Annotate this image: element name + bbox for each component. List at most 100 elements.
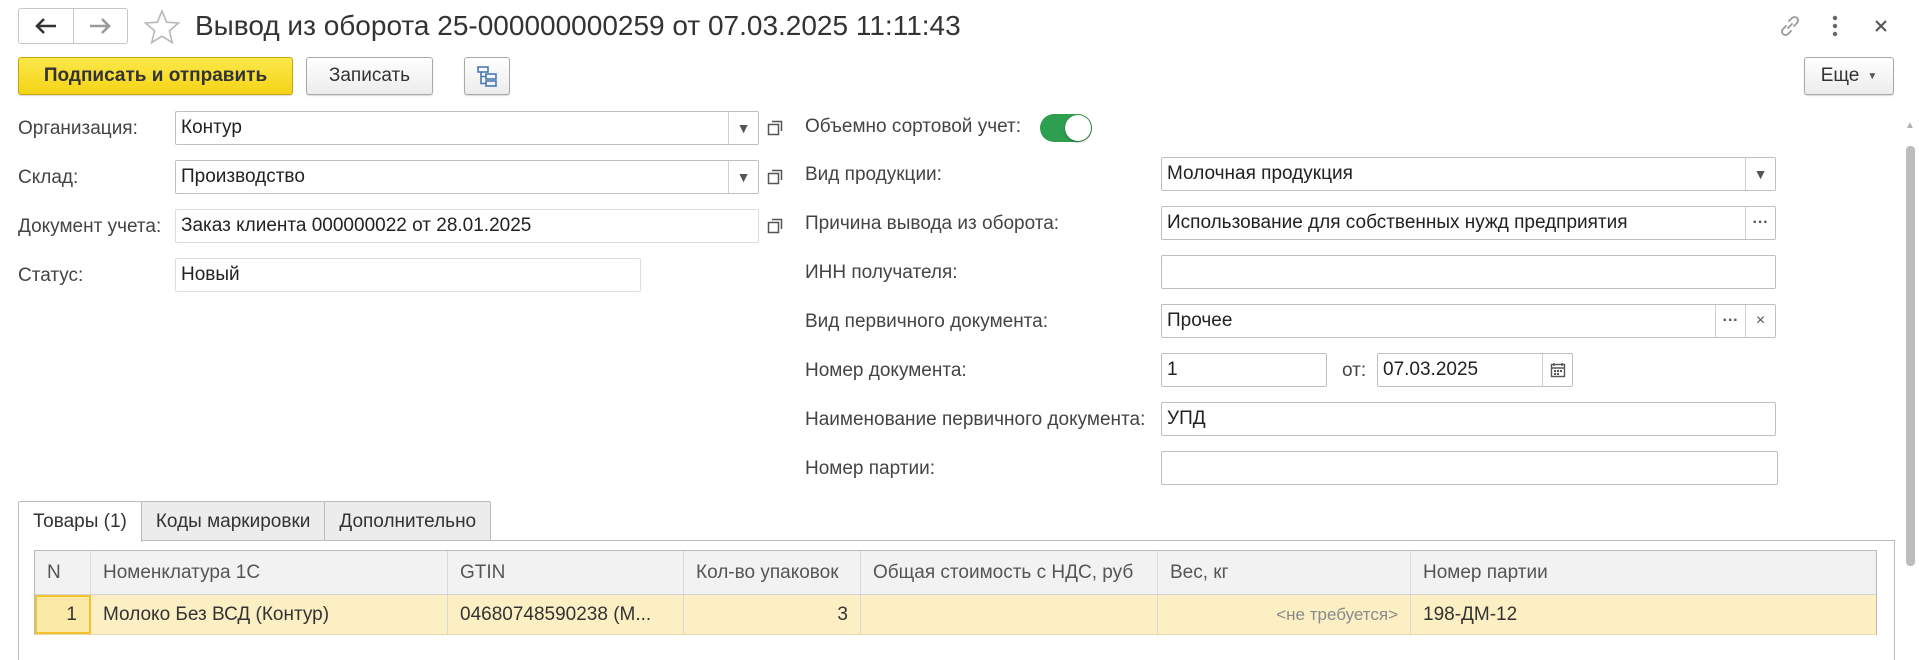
doc-date-label: от: <box>1342 360 1367 381</box>
organization-dropdown-button[interactable]: ▼ <box>728 112 758 144</box>
warehouse-label: Склад: <box>18 167 79 188</box>
product-type-label: Вид продукции: <box>805 164 942 185</box>
organization-label: Организация: <box>18 118 138 139</box>
open-icon <box>767 120 783 136</box>
volume-sort-toggle[interactable] <box>1040 114 1092 142</box>
primary-doc-name-value: УПД <box>1167 408 1206 429</box>
tab-additional[interactable]: Дополнительно <box>324 501 492 541</box>
product-type-field[interactable]: Молочная продукция ▼ <box>1161 157 1776 191</box>
document-value: Заказ клиента 000000022 от 28.01.2025 <box>181 215 532 236</box>
doc-date-field[interactable]: 07.03.2025 <box>1377 353 1573 387</box>
vertical-scrollbar[interactable]: ▲ <box>1904 118 1916 653</box>
ellipsis-icon: ··· <box>1752 214 1769 231</box>
scroll-up-icon[interactable]: ▲ <box>1904 118 1916 134</box>
column-header-weight[interactable]: Вес, кг <box>1158 551 1411 594</box>
table-row[interactable]: 1 Молоко Без ВСД (Контур) 04680748590238… <box>35 595 1876 635</box>
batch-number-label: Номер партии: <box>805 458 935 479</box>
column-header-packages[interactable]: Кол-во упаковок <box>684 551 861 594</box>
document-field[interactable]: Заказ клиента 000000022 от 28.01.2025 <box>175 209 759 243</box>
chevron-down-icon: ▼ <box>736 169 751 185</box>
calendar-icon <box>1550 363 1565 378</box>
ellipsis-icon: ··· <box>1722 312 1739 329</box>
primary-doc-type-value: Прочее <box>1167 310 1233 331</box>
inn-label: ИНН получателя: <box>805 262 958 283</box>
reason-field[interactable]: Использование для собственных нужд предп… <box>1161 206 1776 240</box>
status-field: Новый <box>175 258 641 292</box>
reason-value: Использование для собственных нужд предп… <box>1167 212 1628 233</box>
organization-field[interactable]: Контур ▼ <box>175 111 759 145</box>
cell-total-cost[interactable] <box>861 595 1158 634</box>
product-type-dropdown-button[interactable]: ▼ <box>1745 158 1775 190</box>
reason-label: Причина вывода из оборота: <box>805 213 1060 234</box>
page-title: Вывод из оборота 25-000000000259 от 07.0… <box>195 10 961 41</box>
cell-packages[interactable]: 3 <box>684 595 861 634</box>
table-header: N Номенклатура 1С GTIN Кол-во упаковок О… <box>35 551 1876 595</box>
navigation-group <box>18 8 128 44</box>
status-label: Статус: <box>18 265 84 286</box>
more-menu-button[interactable] <box>1820 11 1850 41</box>
more-actions-button[interactable]: Еще ▼ <box>1804 57 1894 95</box>
tab-marking-codes[interactable]: Коды маркировки <box>140 501 326 541</box>
cell-weight[interactable]: <не требуется> <box>1158 595 1411 634</box>
chevron-down-icon: ▼ <box>1867 70 1878 82</box>
reason-select-button[interactable]: ··· <box>1745 207 1775 239</box>
doc-number-value: 1 <box>1167 359 1178 380</box>
tab-bar: Товары (1) Коды маркировки Дополнительно <box>18 501 492 542</box>
close-icon <box>1875 20 1887 32</box>
doc-number-field[interactable]: 1 <box>1161 353 1327 387</box>
cell-gtin[interactable]: 04680748590238 (М... <box>448 595 684 634</box>
warehouse-dropdown-button[interactable]: ▼ <box>728 161 758 193</box>
document-label: Документ учета: <box>18 216 162 237</box>
status-value: Новый <box>181 264 240 285</box>
primary-doc-type-select-button[interactable]: ··· <box>1715 305 1745 337</box>
more-actions-label: Еще <box>1820 65 1860 86</box>
primary-doc-name-label: Наименование первичного документа: <box>805 409 1146 430</box>
primary-doc-type-label: Вид первичного документа: <box>805 311 1049 332</box>
inn-field[interactable] <box>1161 255 1776 289</box>
link-button[interactable] <box>1775 11 1805 41</box>
back-icon <box>34 18 56 34</box>
warehouse-value: Производство <box>181 166 305 187</box>
back-button[interactable] <box>19 9 73 43</box>
star-icon <box>143 8 181 45</box>
primary-doc-type-field[interactable]: Прочее ··· × <box>1161 304 1776 338</box>
column-header-batch[interactable]: Номер партии <box>1411 551 1876 594</box>
forward-button[interactable] <box>72 9 128 43</box>
favorite-button[interactable] <box>143 8 181 46</box>
scrollbar-thumb[interactable] <box>1906 146 1915 566</box>
primary-doc-type-clear-button[interactable]: × <box>1745 305 1775 337</box>
warehouse-open-button[interactable] <box>761 160 789 194</box>
chevron-down-icon: ▼ <box>736 120 751 136</box>
structure-icon <box>477 66 497 87</box>
goods-table: N Номенклатура 1С GTIN Кол-во упаковок О… <box>34 550 1877 635</box>
forward-icon <box>90 18 112 34</box>
cell-batch[interactable]: 198-ДМ-12 <box>1411 595 1876 634</box>
doc-number-label: Номер документа: <box>805 360 967 381</box>
column-header-gtin[interactable]: GTIN <box>448 551 684 594</box>
primary-doc-name-field[interactable]: УПД <box>1161 402 1776 436</box>
column-header-n[interactable]: N <box>35 551 91 594</box>
chevron-down-icon: ▼ <box>1753 166 1768 182</box>
toggle-knob <box>1065 115 1091 141</box>
cell-n[interactable]: 1 <box>35 595 91 634</box>
save-button[interactable]: Записать <box>306 57 433 95</box>
volume-sort-label: Объемно сортовой учет: <box>805 116 1022 137</box>
sign-and-send-button[interactable]: Подписать и отправить <box>18 57 293 95</box>
calendar-button[interactable] <box>1542 354 1572 386</box>
warehouse-field[interactable]: Производство ▼ <box>175 160 759 194</box>
open-icon <box>767 218 783 234</box>
structure-button[interactable] <box>464 57 510 95</box>
document-open-button[interactable] <box>761 209 789 243</box>
product-type-value: Молочная продукция <box>1167 163 1353 184</box>
close-button[interactable] <box>1866 11 1896 41</box>
open-icon <box>767 169 783 185</box>
more-vert-icon <box>1832 15 1838 37</box>
doc-date-value: 07.03.2025 <box>1383 359 1479 380</box>
tab-goods[interactable]: Товары (1) <box>18 501 142 542</box>
cell-nomenclature[interactable]: Молоко Без ВСД (Контур) <box>91 595 448 634</box>
clear-icon: × <box>1755 312 1766 329</box>
column-header-nomenclature[interactable]: Номенклатура 1С <box>91 551 448 594</box>
batch-number-field[interactable] <box>1161 451 1778 485</box>
organization-open-button[interactable] <box>761 111 789 145</box>
column-header-total-cost[interactable]: Общая стоимость с НДС, руб <box>861 551 1158 594</box>
